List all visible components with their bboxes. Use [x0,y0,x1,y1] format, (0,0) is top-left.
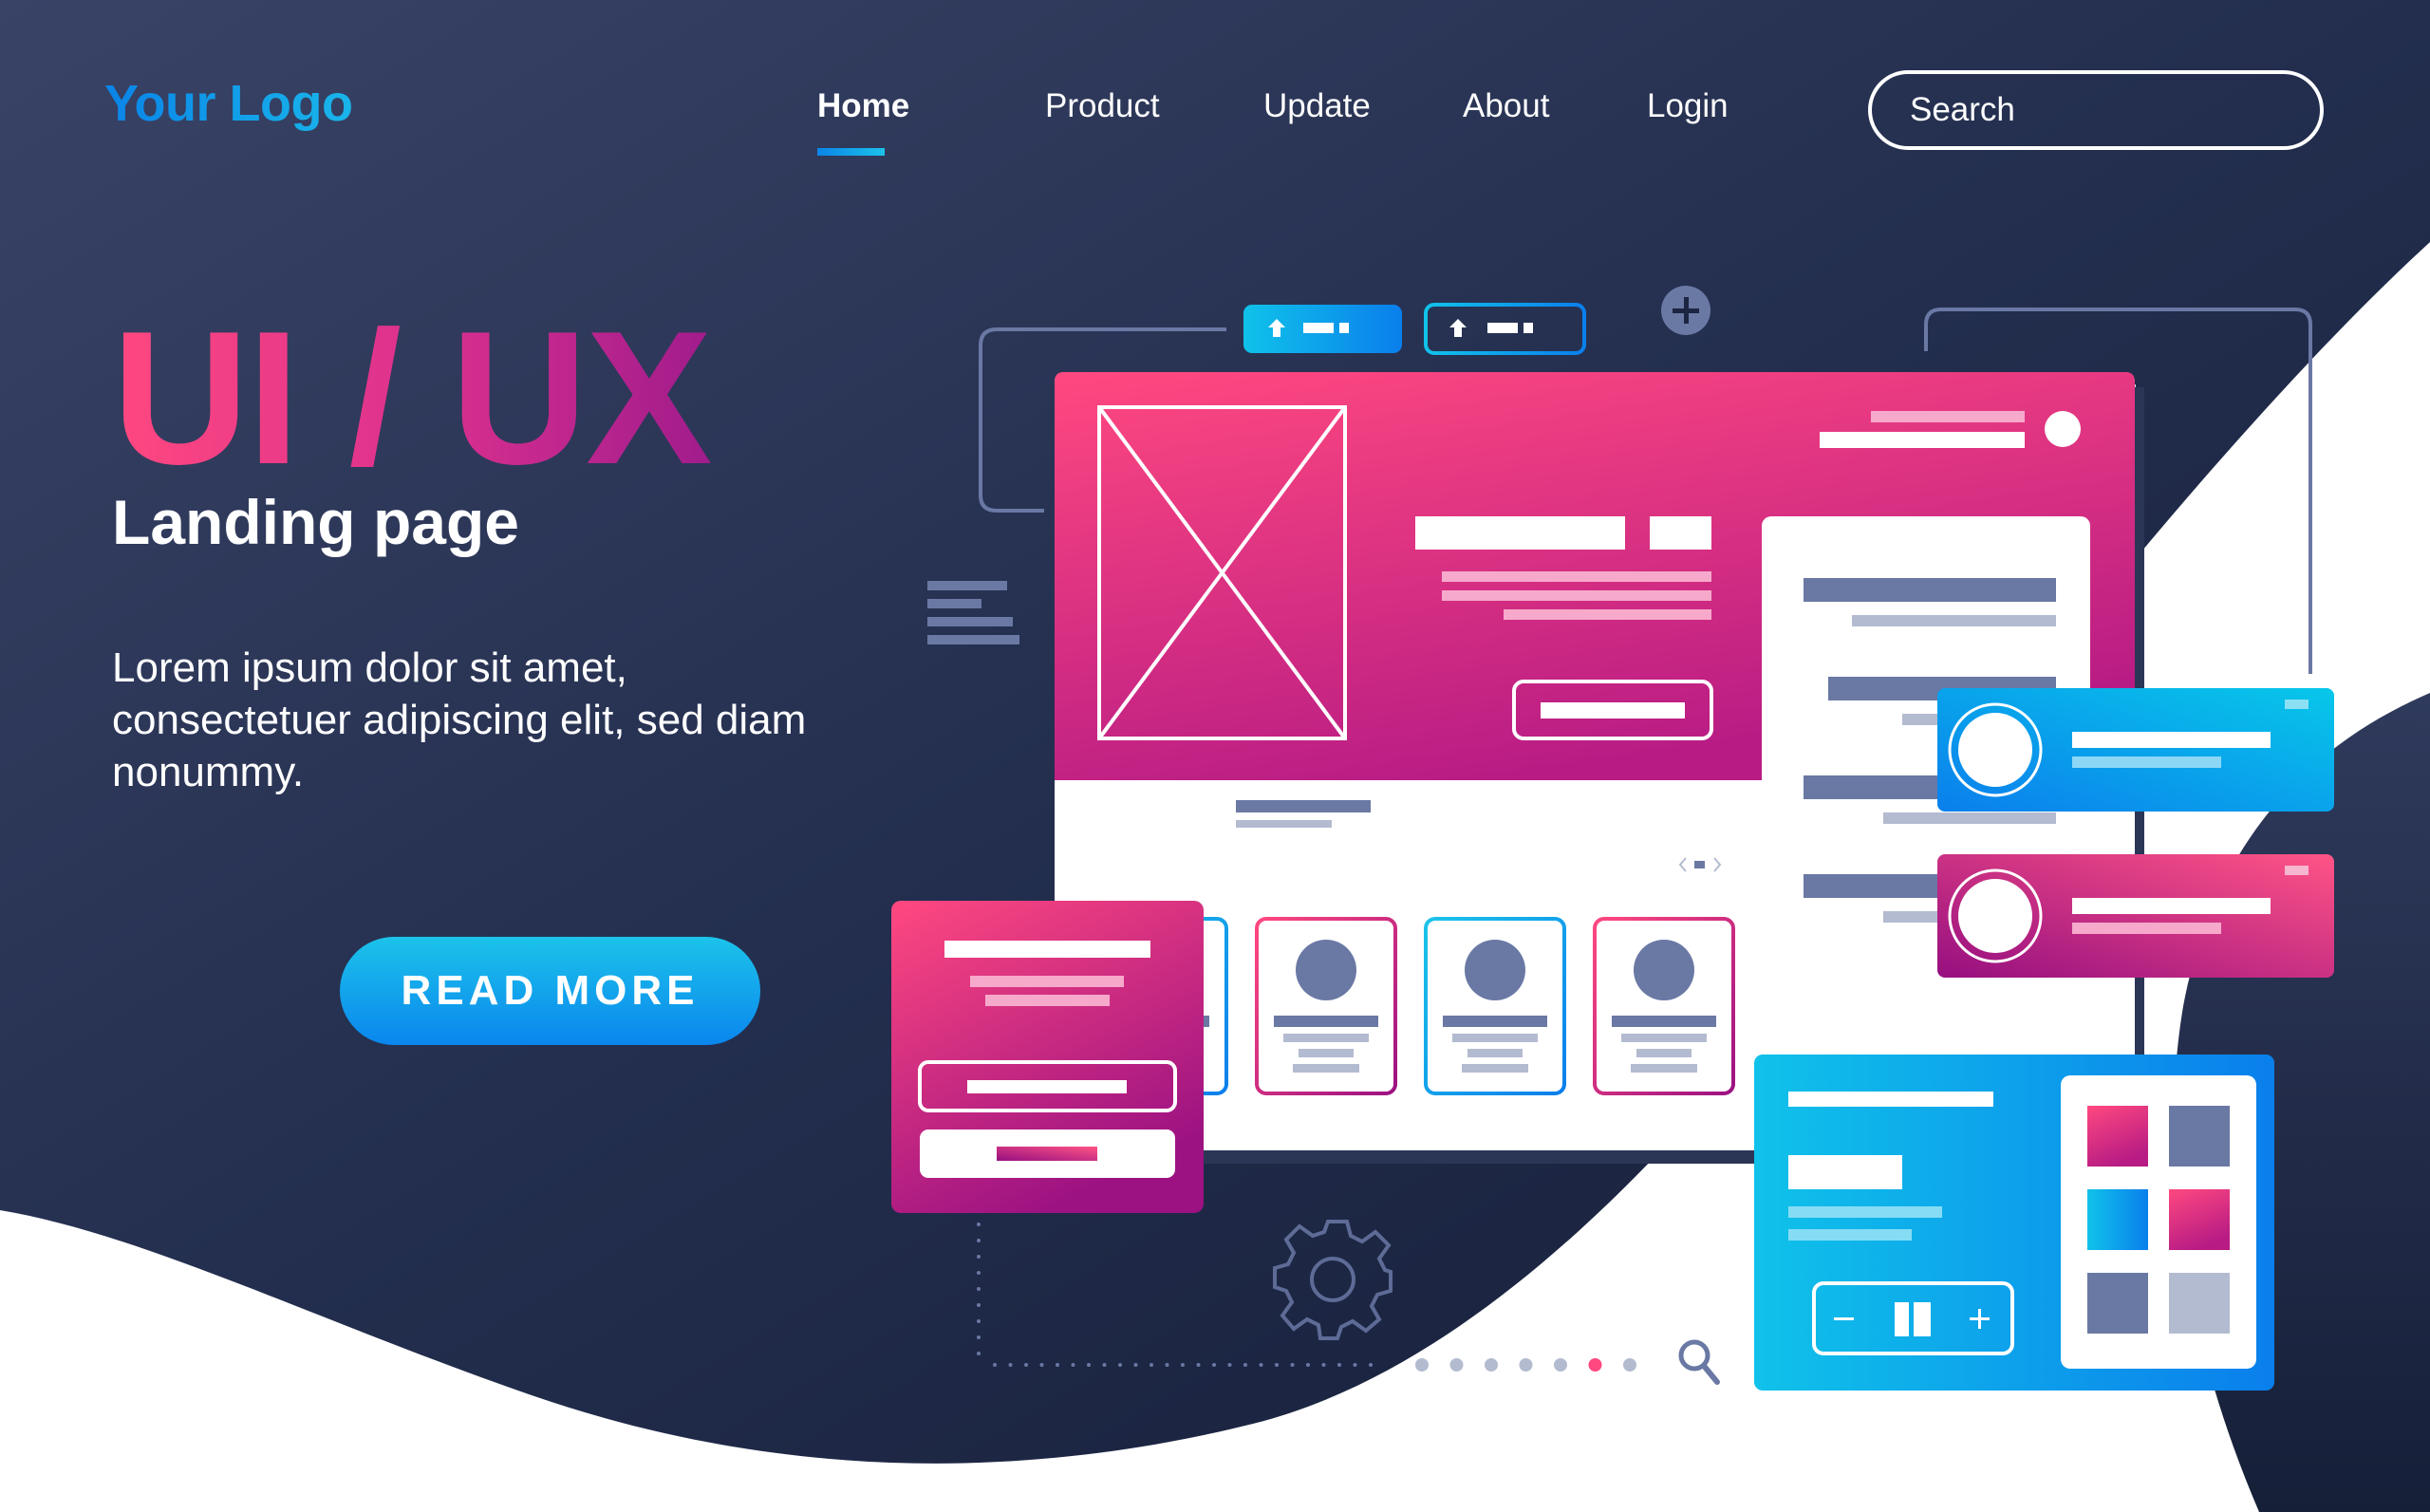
active-nav-indicator [817,148,885,156]
pagination-dot[interactable] [1519,1358,1533,1372]
minus-icon [1834,1317,1854,1320]
pagination-dot[interactable] [1485,1358,1498,1372]
plus-icon[interactable] [1661,286,1710,335]
nav-item-update[interactable]: Update [1263,87,1371,125]
nav-item-login[interactable]: Login [1647,87,1729,125]
pagination-dot[interactable] [1623,1358,1636,1372]
tab-filled[interactable] [1243,305,1402,353]
pagination-dot[interactable] [1554,1358,1567,1372]
hero-subtitle: Landing page [112,487,519,557]
pagination-dot[interactable] [1415,1358,1429,1372]
pagination-dot[interactable] [1449,1358,1464,1372]
pagination-dot[interactable] [1588,1358,1602,1372]
header: Your Logo Home Product Update About Logi… [0,0,2430,228]
hero-description: Lorem ipsum dolor sit amet, consectetuer… [112,644,807,795]
nav-item-product[interactable]: Product [1045,87,1160,125]
search-input[interactable] [1908,90,2340,130]
nav-item-about[interactable]: About [1463,87,1549,125]
logo[interactable]: Your Logo [104,74,353,133]
nav-item-home[interactable]: Home [817,87,909,125]
read-more-button[interactable]: READ MORE [340,937,760,1045]
hero-title: UI / UX [112,292,713,504]
search-box [1868,70,2340,150]
